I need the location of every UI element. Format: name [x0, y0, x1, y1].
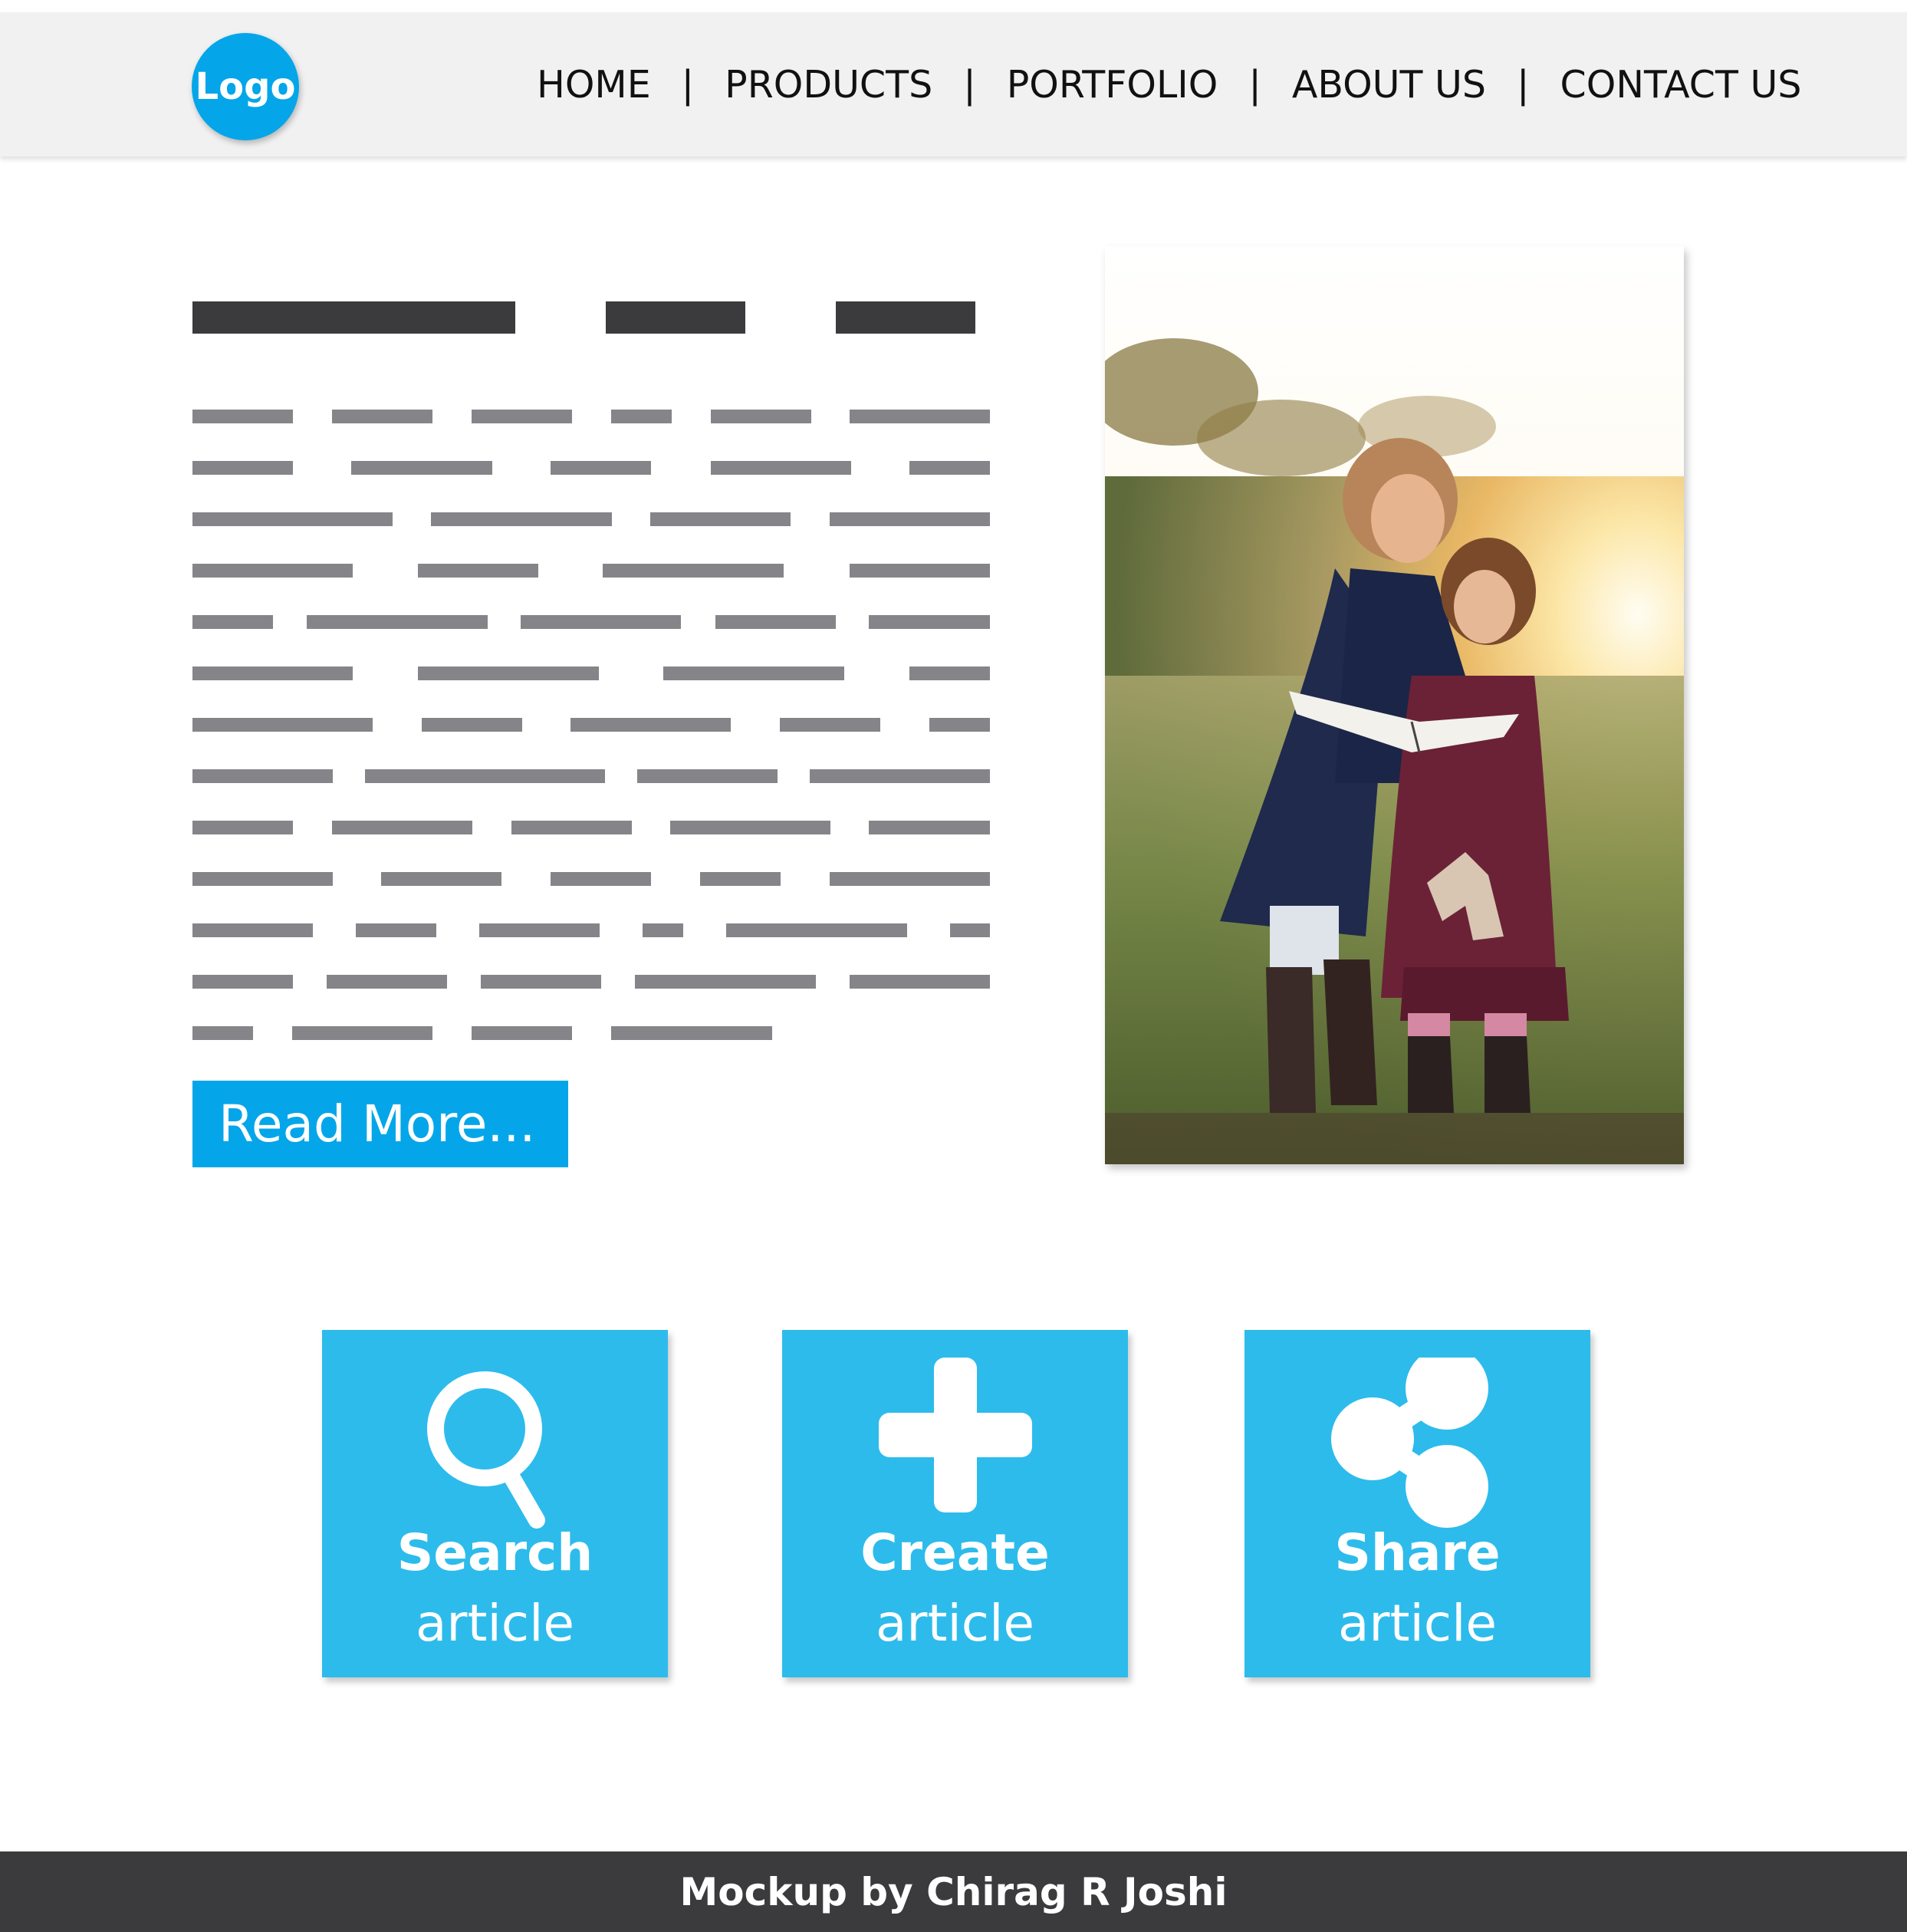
site-footer: Mockup by Chirag R Joshi: [0, 1851, 1907, 1932]
nav-contact-us[interactable]: CONTACT US: [1560, 63, 1802, 107]
share-article-tile[interactable]: Share article: [1244, 1330, 1590, 1677]
plus-icon: [879, 1358, 1032, 1512]
text-line: [192, 512, 990, 526]
logo[interactable]: Logo: [192, 33, 299, 140]
text-line: [192, 923, 990, 937]
text-line: [192, 666, 990, 680]
nav-separator: |: [963, 62, 976, 107]
site-header: Logo HOME | PRODUCTS | PORTFOLIO | ABOUT…: [0, 12, 1907, 156]
nav-separator: |: [1248, 62, 1261, 107]
tile-subtitle: article: [1337, 1594, 1498, 1653]
main-nav: HOME | PRODUCTS | PORTFOLIO | ABOUT US |…: [537, 12, 1801, 156]
nav-portfolio[interactable]: PORTFOLIO: [1007, 63, 1218, 107]
title-bar: [606, 301, 745, 334]
search-article-tile[interactable]: Search article: [322, 1330, 668, 1677]
text-line: [192, 872, 990, 886]
search-icon: [427, 1371, 545, 1529]
children-reading-photo: [1105, 246, 1684, 1164]
title-bar: [192, 301, 515, 334]
tile-title: Create: [860, 1523, 1050, 1582]
nav-products[interactable]: PRODUCTS: [725, 63, 932, 107]
tile-title: Share: [1334, 1523, 1501, 1582]
text-line: [192, 1026, 990, 1040]
nav-separator: |: [681, 62, 695, 107]
footer-credit: Mockup by Chirag R Joshi: [679, 1869, 1228, 1914]
text-line: [192, 410, 990, 423]
nav-about-us[interactable]: ABOUT US: [1292, 63, 1486, 107]
article-title-placeholder: [192, 301, 1036, 334]
tile-subtitle: article: [875, 1594, 1035, 1653]
text-line: [192, 769, 990, 783]
text-line: [192, 821, 990, 834]
text-line: [192, 975, 990, 989]
tile-subtitle: article: [415, 1594, 575, 1653]
text-line: [192, 564, 990, 578]
hero-photo: [1105, 246, 1684, 1164]
text-line: [192, 461, 990, 475]
nav-separator: |: [1517, 62, 1530, 107]
create-article-tile[interactable]: Create article: [782, 1330, 1128, 1677]
text-line: [192, 615, 990, 629]
share-icon: [1331, 1358, 1488, 1528]
tile-title: Search: [396, 1523, 593, 1582]
read-more-button[interactable]: Read More...: [192, 1081, 568, 1167]
text-line: [192, 718, 990, 732]
nav-home[interactable]: HOME: [537, 63, 651, 107]
title-bar: [836, 301, 975, 334]
